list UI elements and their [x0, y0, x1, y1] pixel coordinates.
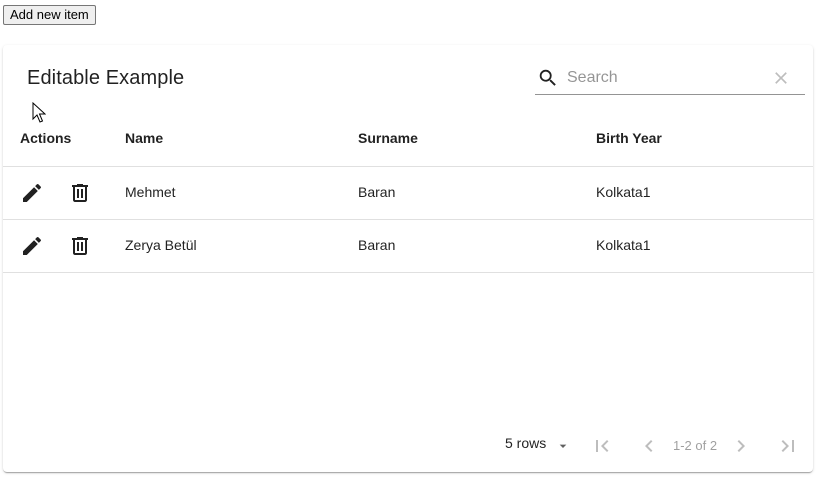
- edit-icon[interactable]: [20, 181, 44, 205]
- table-row: Zerya Betül Baran Kolkata1: [3, 220, 813, 273]
- table-header-row: Actions Name Surname Birth Year: [3, 113, 813, 167]
- cell-birth-year: Kolkata1: [596, 237, 651, 253]
- first-page-icon[interactable]: [590, 434, 614, 458]
- column-header-birth-year[interactable]: Birth Year: [596, 130, 662, 146]
- page-range-label: 1-2 of 2: [673, 438, 718, 453]
- search-input[interactable]: [567, 66, 757, 90]
- next-page-icon[interactable]: [729, 434, 753, 458]
- cell-surname: Baran: [358, 237, 396, 253]
- column-header-name[interactable]: Name: [125, 130, 163, 146]
- editable-table-card: Editable Example Actions Name Surname Bi…: [3, 45, 813, 472]
- rows-per-page-select[interactable]: 5 rows: [505, 435, 546, 451]
- pagination-bar: 5 rows 1-2 of 2: [3, 425, 813, 465]
- delete-icon[interactable]: [68, 234, 92, 258]
- cell-birth-year: Kolkata1: [596, 184, 651, 200]
- edit-icon[interactable]: [20, 234, 44, 258]
- mouse-cursor-icon: [32, 102, 46, 123]
- last-page-icon[interactable]: [776, 434, 800, 458]
- add-new-item-button[interactable]: Add new item: [3, 5, 96, 25]
- column-header-surname[interactable]: Surname: [358, 130, 418, 146]
- cell-name: Mehmet: [125, 184, 176, 200]
- cell-surname: Baran: [358, 184, 396, 200]
- search-field: [535, 63, 805, 95]
- cell-name: Zerya Betül: [125, 237, 197, 253]
- table-row: Mehmet Baran Kolkata1: [3, 167, 813, 220]
- table-title: Editable Example: [27, 67, 185, 89]
- dropdown-arrow-icon[interactable]: [555, 438, 571, 454]
- delete-icon[interactable]: [68, 181, 92, 205]
- search-icon: [539, 69, 556, 86]
- column-header-actions: Actions: [20, 130, 72, 146]
- clear-icon[interactable]: [771, 68, 791, 88]
- prev-page-icon[interactable]: [637, 434, 661, 458]
